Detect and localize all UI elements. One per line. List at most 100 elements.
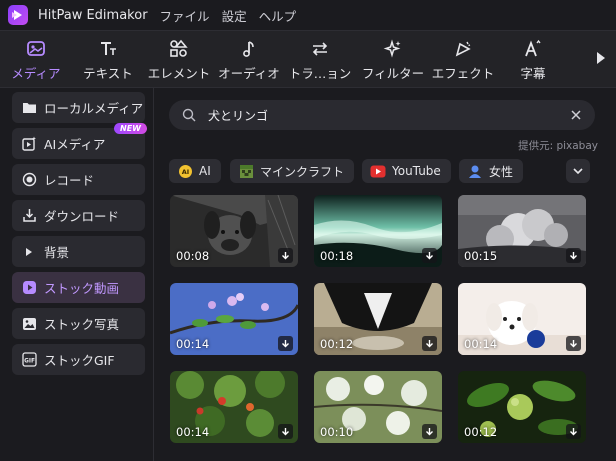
filter-icon bbox=[383, 37, 403, 61]
main-toolbar: メディア テキスト エレメント オーディオ トラ…ョン フィルター エフェクト … bbox=[0, 30, 616, 88]
download-icon[interactable] bbox=[278, 248, 293, 263]
tag-chip-label: 女性 bbox=[489, 164, 514, 179]
tool-effect-label: エフェクト bbox=[431, 66, 495, 81]
sidebar-item-label: ストック動画 bbox=[44, 281, 120, 296]
menu-help[interactable]: ヘルプ bbox=[259, 6, 297, 25]
sidebar-item-label: 背景 bbox=[44, 245, 70, 260]
search-bar bbox=[169, 100, 595, 130]
stock-video-icon bbox=[21, 280, 37, 296]
minecraft-icon bbox=[238, 163, 254, 179]
svg-text:GIF: GIF bbox=[24, 358, 35, 364]
tool-text[interactable]: テキスト bbox=[78, 31, 138, 88]
stock-photo-icon bbox=[21, 316, 37, 332]
tag-chip-ai[interactable]: AI AI bbox=[169, 159, 221, 183]
sidebar-item-record[interactable]: レコード bbox=[12, 164, 145, 195]
tool-media-label: メディア bbox=[11, 66, 61, 81]
sidebar: ローカルメディア AIメディア NEW レコード ダウンロード 背景 ストック動… bbox=[0, 88, 154, 461]
video-thumbnail[interactable]: 00:14 bbox=[458, 283, 586, 355]
sidebar-item-download[interactable]: ダウンロード bbox=[12, 200, 145, 231]
tool-transition-label: トラ…ョン bbox=[288, 66, 352, 81]
sidebar-item-stock-video[interactable]: ストック動画 bbox=[12, 272, 145, 303]
tool-subtitle[interactable]: 字幕 bbox=[508, 31, 558, 88]
download-icon[interactable] bbox=[566, 248, 581, 263]
tag-chip-label: YouTube bbox=[392, 164, 441, 178]
sidebar-item-label: ストック写真 bbox=[44, 317, 120, 332]
search-input[interactable] bbox=[208, 108, 548, 122]
download-icon[interactable] bbox=[422, 336, 437, 351]
tool-audio-label: オーディオ bbox=[218, 66, 280, 81]
video-duration: 00:15 bbox=[464, 249, 498, 263]
menu-settings[interactable]: 設定 bbox=[222, 6, 247, 25]
video-duration: 00:08 bbox=[176, 249, 210, 263]
tool-transition[interactable]: トラ…ョン bbox=[287, 31, 353, 88]
download-icon[interactable] bbox=[278, 336, 293, 351]
tool-element[interactable]: エレメント bbox=[144, 31, 214, 88]
video-thumbnail[interactable]: 00:15 bbox=[458, 195, 586, 267]
download-icon[interactable] bbox=[566, 424, 581, 439]
download-icon[interactable] bbox=[566, 336, 581, 351]
tool-filter[interactable]: フィルター bbox=[356, 31, 430, 88]
tool-audio[interactable]: オーディオ bbox=[216, 31, 282, 88]
video-duration: 00:14 bbox=[464, 337, 498, 351]
sidebar-item-label: ダウンロード bbox=[44, 209, 120, 224]
tag-chip-youtube[interactable]: YouTube bbox=[362, 159, 451, 183]
gif-icon: GIF bbox=[21, 352, 37, 368]
tag-chip-minecraft[interactable]: マインクラフト bbox=[230, 159, 355, 183]
app-logo-icon bbox=[8, 5, 28, 25]
menu-bar: ファイル 設定 ヘルプ bbox=[160, 6, 309, 25]
triangle-right-icon bbox=[21, 244, 37, 260]
tag-chip-woman[interactable]: 女性 bbox=[459, 159, 524, 183]
sidebar-item-background[interactable]: 背景 bbox=[12, 236, 145, 267]
video-thumbnail[interactable]: 00:12 bbox=[314, 283, 442, 355]
folder-icon bbox=[21, 100, 37, 116]
video-thumbnail[interactable]: 00:14 bbox=[170, 283, 298, 355]
video-thumbnail[interactable]: 00:18 bbox=[314, 195, 442, 267]
tool-text-label: テキスト bbox=[83, 66, 133, 81]
video-duration: 00:10 bbox=[320, 425, 354, 439]
video-duration: 00:12 bbox=[464, 425, 498, 439]
effect-icon bbox=[453, 37, 473, 61]
subtitle-icon bbox=[523, 37, 543, 61]
woman-icon bbox=[467, 163, 483, 179]
sidebar-item-stock-photo[interactable]: ストック写真 bbox=[12, 308, 145, 339]
sidebar-item-ai-media[interactable]: AIメディア NEW bbox=[12, 123, 147, 159]
menu-file[interactable]: ファイル bbox=[160, 6, 210, 25]
sidebar-item-label: ローカルメディア bbox=[44, 101, 144, 116]
provider-credit: 提供元: pixabay bbox=[518, 140, 598, 152]
transition-icon bbox=[309, 37, 331, 61]
video-thumbnail[interactable]: 00:10 bbox=[314, 371, 442, 443]
title-bar: HitPaw Edimakor ファイル 設定 ヘルプ bbox=[0, 0, 616, 30]
expand-tags-button[interactable] bbox=[566, 159, 590, 183]
video-duration: 00:18 bbox=[320, 249, 354, 263]
svg-text:AI: AI bbox=[181, 168, 188, 176]
toolbar-more-arrow-icon[interactable] bbox=[596, 51, 606, 68]
sidebar-item-stock-gif[interactable]: GIF ストックGIF bbox=[12, 344, 145, 375]
video-duration: 00:14 bbox=[176, 425, 210, 439]
chevron-down-icon bbox=[573, 168, 583, 175]
ai-chip-icon: AI bbox=[177, 163, 193, 179]
sidebar-item-label: AIメディア bbox=[44, 137, 106, 152]
record-icon bbox=[21, 172, 37, 188]
download-icon bbox=[21, 208, 37, 224]
download-icon[interactable] bbox=[422, 424, 437, 439]
clear-search-icon[interactable] bbox=[569, 108, 583, 122]
download-icon[interactable] bbox=[278, 424, 293, 439]
tool-effect[interactable]: エフェクト bbox=[430, 31, 496, 88]
app-title: HitPaw Edimakor bbox=[38, 7, 148, 23]
new-badge: NEW bbox=[114, 123, 147, 134]
sidebar-item-label: レコード bbox=[44, 173, 95, 188]
video-thumbnail[interactable]: 00:08 bbox=[170, 195, 298, 267]
tool-subtitle-label: 字幕 bbox=[520, 66, 546, 81]
element-icon bbox=[169, 37, 189, 61]
youtube-icon bbox=[370, 163, 386, 179]
video-thumbnail[interactable]: 00:12 bbox=[458, 371, 586, 443]
audio-icon bbox=[239, 37, 259, 61]
text-icon bbox=[98, 37, 118, 61]
tool-media[interactable]: メディア bbox=[6, 31, 66, 88]
scrollbar[interactable] bbox=[609, 188, 614, 458]
tag-chip-label: AI bbox=[199, 164, 211, 178]
video-duration: 00:12 bbox=[320, 337, 354, 351]
sidebar-item-local-media[interactable]: ローカルメディア bbox=[12, 92, 145, 123]
download-icon[interactable] bbox=[422, 248, 437, 263]
video-thumbnail[interactable]: 00:14 bbox=[170, 371, 298, 443]
